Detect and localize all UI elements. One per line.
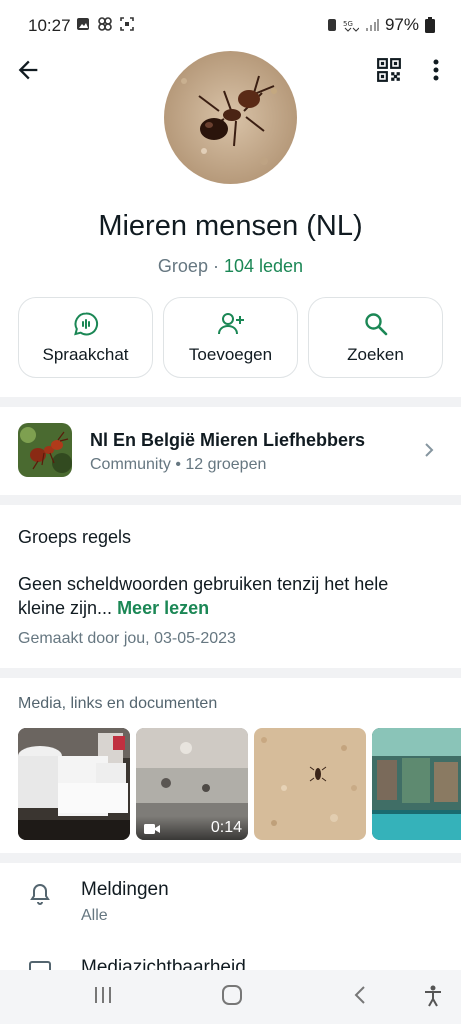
community-avatar [18, 423, 72, 477]
status-notification-icons [76, 17, 134, 31]
search-label: Zoeken [347, 344, 404, 364]
status-time: 10:27 [28, 16, 71, 35]
chevron-right-icon [425, 443, 434, 457]
subtitle-separator: · [212, 256, 219, 276]
nav-back-icon[interactable] [352, 984, 368, 1006]
group-members-count[interactable]: 104 leden [224, 256, 303, 276]
description-text: Geen scheldwoorden gebruiken tenzij het … [18, 572, 438, 620]
voice-chat-icon [73, 311, 98, 335]
media-thumbnails: 0:14 [18, 728, 461, 840]
section-divider [0, 668, 461, 678]
group-type-label: Groep [157, 256, 208, 276]
group-description[interactable]: Groeps regels Geen scheldwoorden gebruik… [0, 505, 461, 667]
add-person-icon [217, 312, 244, 334]
notifications-value: Alle [81, 907, 108, 924]
gallery-icon [77, 18, 89, 30]
notifications-label: Meldingen [81, 879, 169, 900]
more-vert-icon[interactable] [426, 56, 446, 84]
community-row[interactable]: Nl En België Mieren Liefhebbers Communit… [0, 407, 461, 495]
section-divider [0, 495, 461, 505]
section-divider [0, 853, 461, 863]
video-duration: 0:14 [210, 819, 242, 836]
signal-icon [365, 19, 379, 31]
video-camera-icon [144, 824, 160, 834]
section-divider [0, 397, 461, 407]
group-subtitle: Groep · 104 leden [0, 256, 461, 277]
media-thumbnail[interactable] [254, 728, 366, 840]
screenshot-icon [120, 17, 134, 31]
add-member-label: Toevoegen [188, 344, 273, 364]
community-subtitle: Community • 12 groepen [90, 456, 267, 473]
add-member-button[interactable]: Toevoegen [163, 297, 298, 378]
search-icon [364, 312, 387, 335]
system-navigation-bar [0, 970, 461, 1024]
media-thumbnail-video[interactable]: 0:14 [136, 728, 248, 840]
qr-code-icon[interactable] [376, 57, 402, 83]
search-button[interactable]: Zoeken [308, 297, 443, 378]
read-more-link[interactable]: Meer lezen [117, 598, 209, 618]
status-bar: 10:27 5G 97% [0, 0, 461, 50]
group-name: Mieren mensen (NL) [98, 210, 363, 242]
group-settings-list: Meldingen Alle Mediazichtbaarheid [0, 864, 461, 970]
media-visibility-label: Mediazichtbaarheid [81, 957, 246, 970]
pinwheel-icon [98, 17, 112, 31]
media-thumbnail[interactable] [372, 728, 461, 840]
description-title: Groeps regels [18, 527, 132, 547]
home-icon[interactable] [221, 984, 243, 1006]
battery-percentage: 97% [384, 15, 419, 34]
media-section: Media, links en documenten 0:14 [0, 678, 461, 854]
media-visibility-icon [29, 961, 51, 970]
sim-icon [327, 19, 336, 31]
description-meta: Gemaakt door jou, 03-05-2023 [18, 630, 236, 647]
bell-icon [30, 883, 50, 905]
voice-chat-button[interactable]: Spraakchat [18, 297, 153, 378]
media-thumbnail[interactable] [18, 728, 130, 840]
accessibility-icon[interactable] [422, 984, 444, 1008]
media-section-title[interactable]: Media, links en documenten [18, 695, 217, 713]
recent-apps-icon[interactable] [93, 984, 113, 1006]
back-arrow-icon[interactable] [14, 56, 42, 84]
voice-chat-label: Spraakchat [42, 344, 129, 364]
svg-text:5G: 5G [343, 20, 353, 28]
group-avatar[interactable] [164, 51, 297, 184]
group-actions: Spraakchat Toevoegen Zoeken [18, 297, 443, 378]
network-5g-icon: 5G [343, 20, 359, 32]
community-title: Nl En België Mieren Liefhebbers [90, 430, 366, 450]
battery-icon [425, 17, 435, 33]
